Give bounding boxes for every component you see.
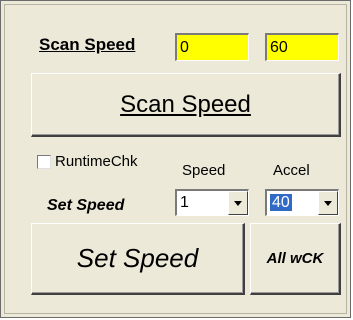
speed-select-value: 1 xyxy=(180,194,189,211)
accel-header-label: Accel xyxy=(273,162,310,179)
chevron-down-icon xyxy=(324,200,332,206)
speed-select-dropdown-button[interactable] xyxy=(228,191,248,215)
runtime-check-checkbox[interactable] xyxy=(37,155,51,169)
scan-speed-start-field[interactable] xyxy=(175,33,249,61)
runtime-check-label: RuntimeChk xyxy=(55,153,138,170)
set-speed-button[interactable]: Set Speed xyxy=(31,223,245,295)
speed-select[interactable]: 1 xyxy=(175,189,249,216)
scan-speed-button[interactable]: Scan Speed xyxy=(31,73,341,137)
accel-select-value-wrapper: 40 xyxy=(267,193,318,213)
speed-header-label: Speed xyxy=(182,162,226,179)
chevron-down-icon xyxy=(234,200,242,206)
accel-select-dropdown-button[interactable] xyxy=(318,191,338,215)
all-wck-button[interactable]: All wCK xyxy=(250,223,341,295)
accel-select-value: 40 xyxy=(270,194,292,211)
scan-speed-label: Scan Speed xyxy=(39,35,136,54)
set-speed-label: Set Speed xyxy=(47,197,125,214)
control-panel: Scan Speed Scan Speed RuntimeChk Speed A… xyxy=(0,0,351,318)
accel-select[interactable]: 40 xyxy=(265,189,339,216)
scan-speed-end-field[interactable] xyxy=(265,33,339,61)
